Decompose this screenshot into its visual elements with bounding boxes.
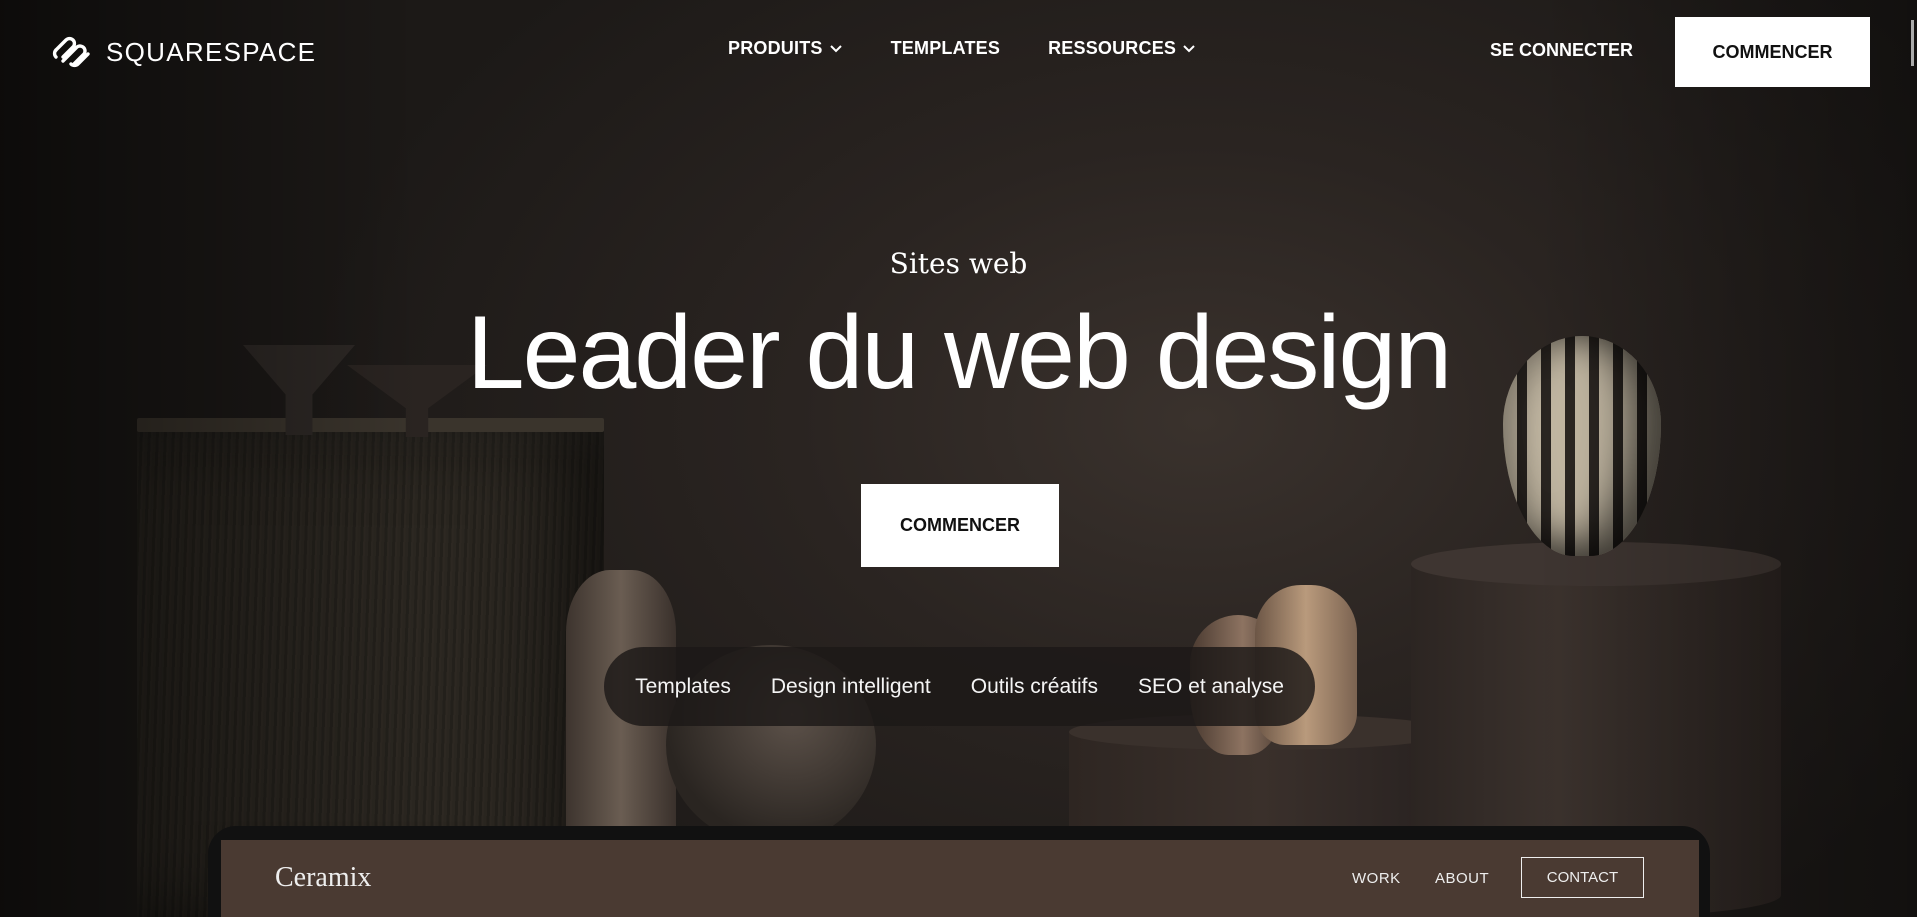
- hero-background: [0, 0, 1917, 917]
- preview-link-about[interactable]: ABOUT: [1435, 870, 1489, 887]
- tab-outils-creatifs[interactable]: Outils créatifs: [971, 675, 1098, 699]
- scrollbar-edge: [1911, 20, 1914, 66]
- tab-seo-analyse[interactable]: SEO et analyse: [1138, 675, 1284, 699]
- tab-design-intelligent[interactable]: Design intelligent: [771, 675, 931, 699]
- nav-item-templates[interactable]: TEMPLATES: [891, 38, 1000, 59]
- preview-link-work[interactable]: WORK: [1352, 870, 1401, 887]
- brand-logo[interactable]: SQUARESPACE: [50, 34, 316, 70]
- vignette-overlay: [0, 0, 1917, 917]
- main-menu: PRODUITS TEMPLATES RESSOURCES: [728, 38, 1196, 59]
- nav-item-label: RESSOURCES: [1048, 38, 1177, 58]
- feature-tabs: Templates Design intelligent Outils créa…: [604, 647, 1315, 726]
- preview-site-name: Ceramix: [275, 862, 372, 893]
- hero-eyebrow: Sites web: [889, 247, 1028, 280]
- nav-item-label: TEMPLATES: [890, 38, 1001, 58]
- start-button-hero[interactable]: COMMENCER: [861, 484, 1059, 567]
- hero-headline: Leader du web design: [466, 295, 1452, 411]
- nav-item-produits[interactable]: PRODUITS: [728, 38, 843, 59]
- top-navigation: SQUARESPACE PRODUITS TEMPLATES RESSOURCE…: [0, 0, 1917, 102]
- tab-templates[interactable]: Templates: [635, 675, 731, 699]
- preview-contact-button[interactable]: CONTACT: [1521, 857, 1644, 898]
- chevron-down-icon: [1183, 44, 1195, 52]
- nav-item-label: PRODUITS: [728, 38, 823, 58]
- start-button-header[interactable]: COMMENCER: [1675, 17, 1870, 87]
- chevron-down-icon: [829, 44, 842, 52]
- login-link[interactable]: SE CONNECTER: [1490, 40, 1633, 61]
- brand-name: SQUARESPACE: [106, 36, 317, 67]
- squarespace-logo-icon: [52, 36, 90, 68]
- nav-item-ressources[interactable]: RESSOURCES: [1048, 38, 1196, 59]
